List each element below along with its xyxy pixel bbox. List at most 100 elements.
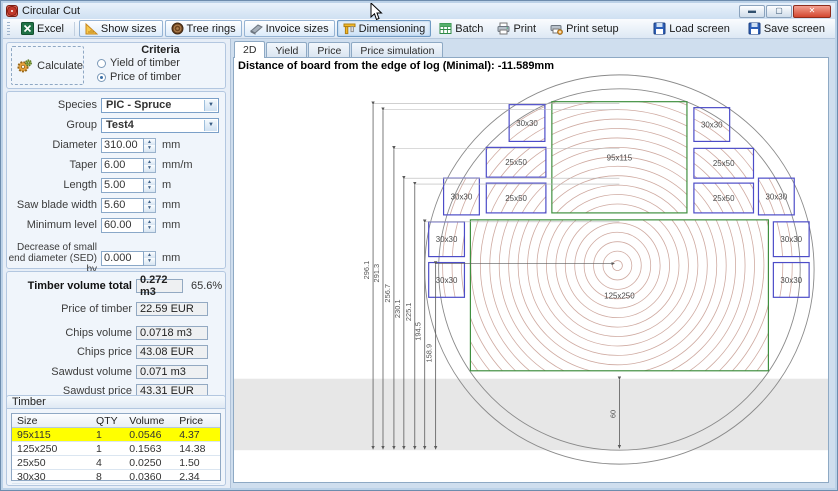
diameter-input[interactable]: 310.00 [101,138,144,153]
board-label: 30x30 [516,119,538,128]
sed-stepper[interactable]: ▲▼ [144,251,156,266]
gears-icon [16,55,33,77]
tree-ring [612,261,622,271]
radio-icon[interactable] [97,73,106,82]
dim-label: 225.1 [404,303,413,322]
settings-panel: Calculate Criteria Yield of timber Price… [3,39,231,488]
sawdust-volume-value: 0.071 m3 [136,365,208,379]
saw-blade-width-label: Saw blade width [7,199,101,211]
sed-input[interactable]: 0.000 [101,251,144,266]
board-label: 30x30 [701,121,723,130]
timber-volume-percent: 65.6% [191,280,222,292]
price-of-timber-value: 22.59 EUR [136,302,208,316]
taper-stepper[interactable]: ▲▼ [144,158,156,173]
tab-2d[interactable]: 2D [234,41,265,58]
app-icon [6,5,18,17]
tab-price-simulation[interactable]: Price simulation [351,42,443,58]
close-button[interactable]: ✕ [793,5,831,18]
species-label: Species [7,99,101,111]
dim-label: 194.5 [414,322,423,341]
minimum-level-stepper[interactable]: ▲▼ [144,218,156,233]
tree-ring [565,213,669,317]
minimum-level-band [234,379,828,450]
minimum-level-label: Minimum level [7,219,101,231]
print-button[interactable]: Print [491,20,542,37]
radio-price-of-timber[interactable]: Price of timber [97,70,228,84]
board-label: 25x50 [713,159,735,168]
table-row[interactable]: 125x2501 0.156314.38 [12,442,220,456]
tab-yield[interactable]: Yield [266,42,307,58]
chevron-down-icon[interactable]: ▼ [204,100,217,111]
chips-volume-value: 0.0718 m3 [136,326,208,340]
invoice-sizes-button[interactable]: Invoice sizes [244,20,335,37]
board-label: 30x30 [780,276,802,285]
board-label: 125x250 [604,291,635,300]
chips-price-label: Chips price [7,346,136,358]
dimensioning-button[interactable]: Dimensioning [337,20,432,37]
taper-input[interactable]: 6.00 [101,158,144,173]
log-diagram: 30x3025x5030x3025x5095x11530x3025x5025x5… [234,58,828,482]
window-title: Circular Cut [22,5,80,17]
timber-volume-total-label: Timber volume total [7,280,136,292]
distance-status-text: Distance of board from the edge of log (… [238,60,554,72]
timber-group-title: Timber [7,396,225,409]
invoice-sizes-icon [250,22,263,35]
sed-label: Decrease of small end diameter (SED) by [7,242,101,275]
chevron-down-icon[interactable]: ▼ [204,120,217,131]
dim-label: 291.3 [372,264,381,283]
batch-icon [439,22,452,35]
tree-ring [546,195,688,337]
table-row[interactable]: 95x1151 0.05464.37 [12,428,220,442]
print-icon [497,22,510,35]
saw-blade-width-stepper[interactable]: ▲▼ [144,198,156,213]
length-label: Length [7,179,101,191]
taper-label: Taper [7,159,101,171]
excel-button[interactable]: Excel [15,20,70,37]
diameter-label: Diameter [7,139,101,151]
calculate-button[interactable]: Calculate [11,46,84,85]
show-sizes-button[interactable]: Show sizes [79,20,163,37]
timber-group: Timber Size QTY Volume Price 95x1151 0.0… [6,395,226,486]
board-label: 30x30 [766,193,788,202]
length-stepper[interactable]: ▲▼ [144,178,156,193]
timber-volume-total-value: 0.272 m3 [136,279,183,293]
species-select[interactable]: PIC - Spruce ▼ [101,98,219,113]
title-bar[interactable]: Circular Cut ▬ ▢ ✕ [3,3,835,19]
print-setup-button[interactable]: Print setup [544,20,625,37]
radio-icon[interactable] [97,59,106,68]
saw-blade-width-input[interactable]: 5.60 [101,198,144,213]
table-row[interactable]: 30x308 0.03602.34 [12,470,220,484]
save-screen-icon [748,22,761,35]
maximize-button[interactable]: ▢ [766,5,792,18]
dim-label: 158.9 [425,344,434,363]
group-select[interactable]: Test4 ▼ [101,118,219,133]
print-setup-icon [550,22,563,35]
tree-rings-button[interactable]: Tree rings [165,20,242,37]
chips-volume-label: Chips volume [7,327,136,339]
table-row[interactable]: 25x504 0.02501.50 [12,456,220,470]
save-screen-button[interactable]: Save screen [742,20,831,37]
toolbar: Excel Show sizes Tree rings Invoice size… [3,19,835,39]
diameter-stepper[interactable]: ▲▼ [144,138,156,153]
board-label: 30x30 [436,276,458,285]
load-screen-icon [653,22,666,35]
toolbar-grip-icon[interactable] [7,22,10,36]
tree-ring [490,138,745,393]
length-input[interactable]: 5.00 [101,178,144,193]
tab-price[interactable]: Price [308,42,350,58]
load-screen-button[interactable]: Load screen [647,20,736,37]
dimensioning-icon [343,22,356,35]
minimum-level-input[interactable]: 60.00 [101,218,144,233]
price-of-timber-label: Price of timber [7,303,136,315]
board-label: 25x50 [505,158,527,167]
radio-yield-of-timber[interactable]: Yield of timber [97,56,228,70]
diameter-unit: mm [162,139,180,151]
minimize-button[interactable]: ▬ [739,5,765,18]
batch-button[interactable]: Batch [433,20,489,37]
minimum-level-dim-label: 60 [608,410,617,418]
group-label: Group [7,119,101,131]
dim-label: 256.7 [383,284,392,303]
board-label: 25x50 [713,194,735,203]
toolbar-separator [74,22,75,36]
app-window: Circular Cut ▬ ▢ ✕ Excel Show sizes Tree… [0,0,838,491]
